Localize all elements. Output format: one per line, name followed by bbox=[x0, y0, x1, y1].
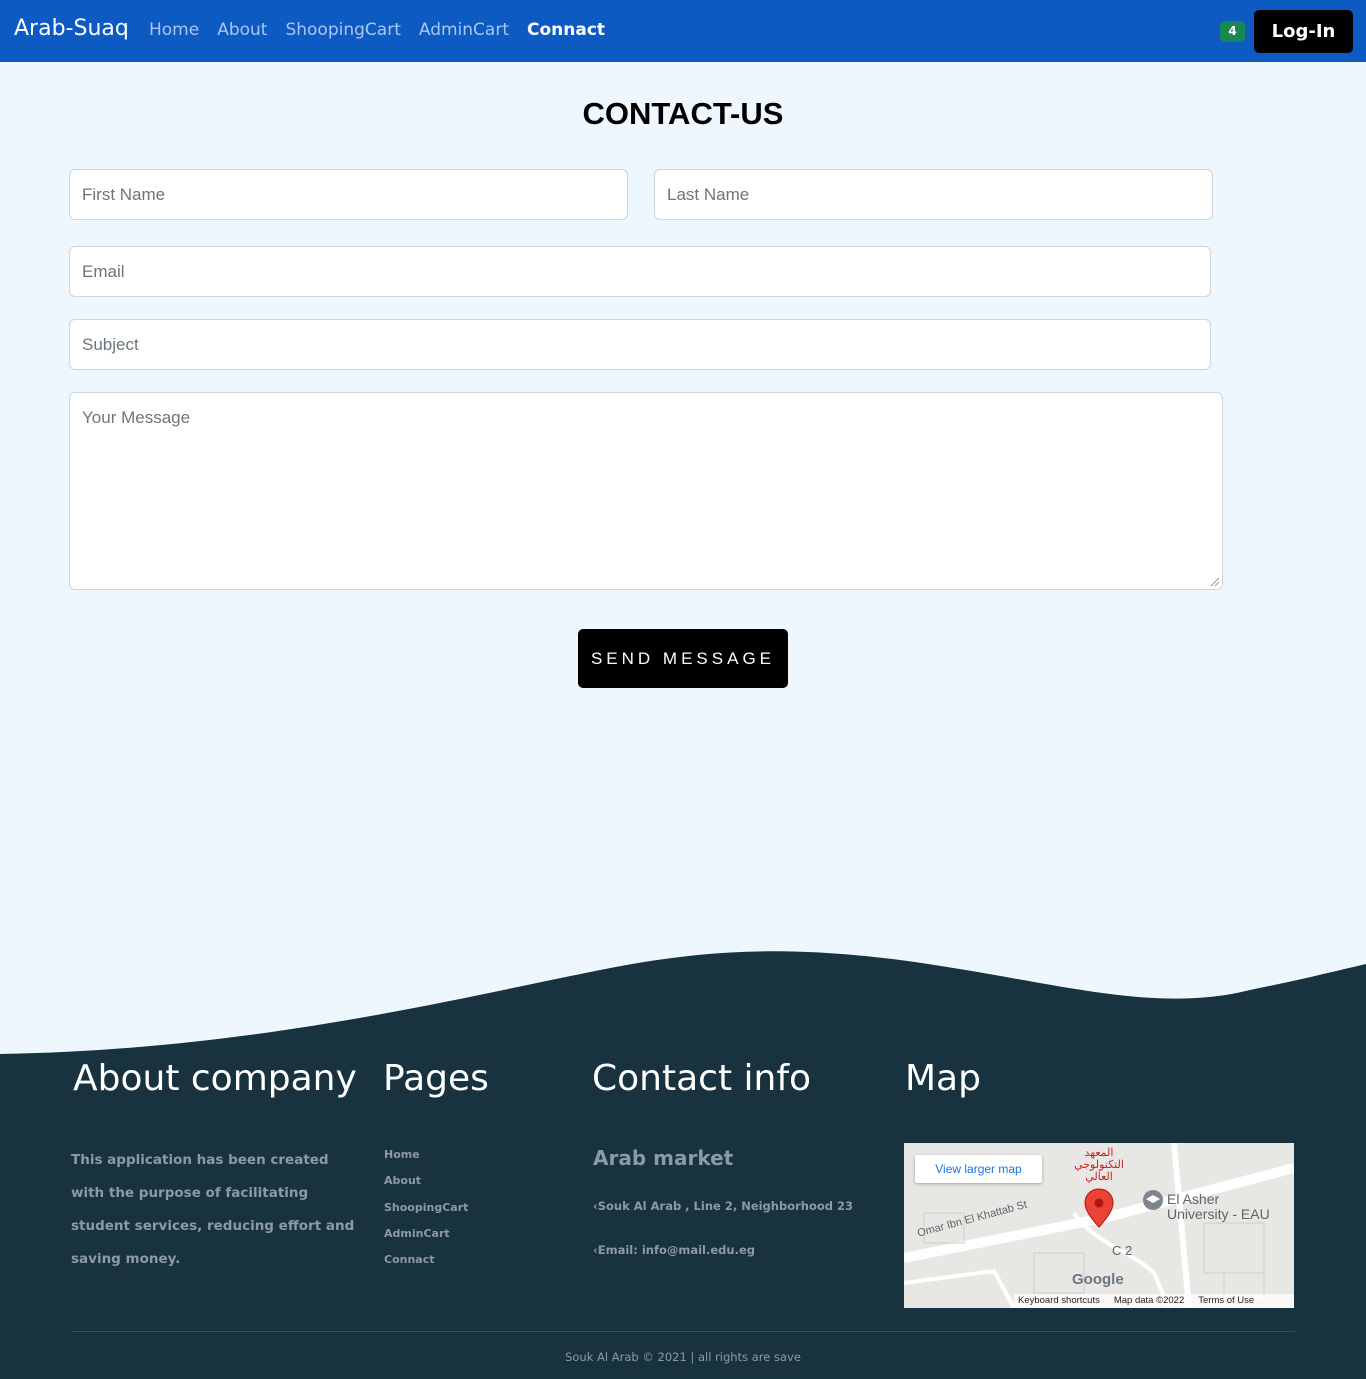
footer-divider bbox=[71, 1331, 1295, 1332]
resize-handle-icon[interactable] bbox=[1210, 577, 1220, 587]
message-textarea[interactable]: Your Message bbox=[69, 392, 1223, 590]
send-message-button[interactable]: SEND MESSAGE bbox=[578, 629, 788, 688]
contact-address: ‹Souk Al Arab , Line 2, Neighborhood 23 bbox=[593, 1199, 853, 1213]
subject-input[interactable]: Subject bbox=[69, 319, 1211, 370]
page-title: CONTACT-US bbox=[582, 96, 784, 131]
map-pin-icon[interactable] bbox=[1084, 1188, 1114, 1228]
nav-link-about[interactable]: About bbox=[217, 20, 267, 40]
login-button[interactable]: Log-In bbox=[1254, 10, 1353, 53]
google-logo: Google bbox=[1072, 1271, 1124, 1288]
message-placeholder: Your Message bbox=[82, 408, 191, 427]
about-company-text: This application has been created with t… bbox=[71, 1152, 355, 1267]
contact-email: ‹Email: info@mail.edu.eg bbox=[593, 1243, 755, 1257]
footer-link-home[interactable]: Home bbox=[384, 1148, 468, 1174]
contact-info-heading: Contact info bbox=[592, 1058, 812, 1099]
footer-link-admin-cart[interactable]: AdminCart bbox=[384, 1227, 468, 1253]
map-block-label: C 2 bbox=[1112, 1243, 1133, 1258]
address-text: Souk Al Arab , Line 2, Neighborhood 23 bbox=[597, 1199, 854, 1213]
footer-link-connact[interactable]: Connact bbox=[384, 1253, 468, 1279]
nav-link-home[interactable]: Home bbox=[149, 20, 199, 40]
copyright-text: Souk Al Arab © 2021 | all rights are sav… bbox=[565, 1350, 801, 1364]
footer-link-shooping-cart[interactable]: ShoopingCart bbox=[384, 1201, 468, 1227]
footer-link-about[interactable]: About bbox=[384, 1174, 468, 1200]
nav-link-connact[interactable]: Connact bbox=[527, 20, 605, 40]
map-university-label: El Asher University - EAU bbox=[1167, 1191, 1270, 1222]
cart-count-badge[interactable]: 4 bbox=[1220, 21, 1245, 42]
brand-logo[interactable]: Arab-Suaq bbox=[14, 16, 129, 41]
nav-link-shooping-cart[interactable]: ShoopingCart bbox=[285, 20, 400, 40]
email-input[interactable]: Email bbox=[69, 246, 1211, 297]
embedded-map[interactable]: View larger map المعهد التكنولوجي العالي… bbox=[904, 1143, 1294, 1308]
map-attribution-bar: Keyboard shortcuts Map data ©2022 Terms … bbox=[1014, 1294, 1294, 1308]
map-keyboard-shortcuts-link[interactable]: Keyboard shortcuts bbox=[1018, 1294, 1100, 1308]
pages-heading: Pages bbox=[383, 1058, 489, 1099]
university-icon bbox=[1143, 1190, 1163, 1210]
map-institute-label: المعهد التكنولوجي العالي bbox=[1074, 1147, 1124, 1183]
nav-links: Home About ShoopingCart AdminCart Connac… bbox=[149, 20, 605, 40]
map-terms-link[interactable]: Terms of Use bbox=[1198, 1294, 1254, 1308]
market-title: Arab market bbox=[593, 1146, 734, 1170]
last-name-input[interactable]: Last Name bbox=[654, 169, 1213, 220]
first-name-input[interactable]: First Name bbox=[69, 169, 628, 220]
navbar: Arab-Suaq Home About ShoopingCart AdminC… bbox=[0, 0, 1366, 62]
view-larger-map-link[interactable]: View larger map bbox=[915, 1155, 1042, 1183]
about-company-heading: About company bbox=[73, 1058, 357, 1099]
footer-wave bbox=[0, 951, 1366, 1060]
nav-link-admin-cart[interactable]: AdminCart bbox=[419, 20, 509, 40]
map-heading: Map bbox=[905, 1058, 981, 1099]
footer-pages-list: Home About ShoopingCart AdminCart Connac… bbox=[384, 1148, 468, 1279]
email-text: Email: info@mail.edu.eg bbox=[597, 1243, 755, 1257]
map-data-text: Map data ©2022 bbox=[1113, 1295, 1185, 1306]
